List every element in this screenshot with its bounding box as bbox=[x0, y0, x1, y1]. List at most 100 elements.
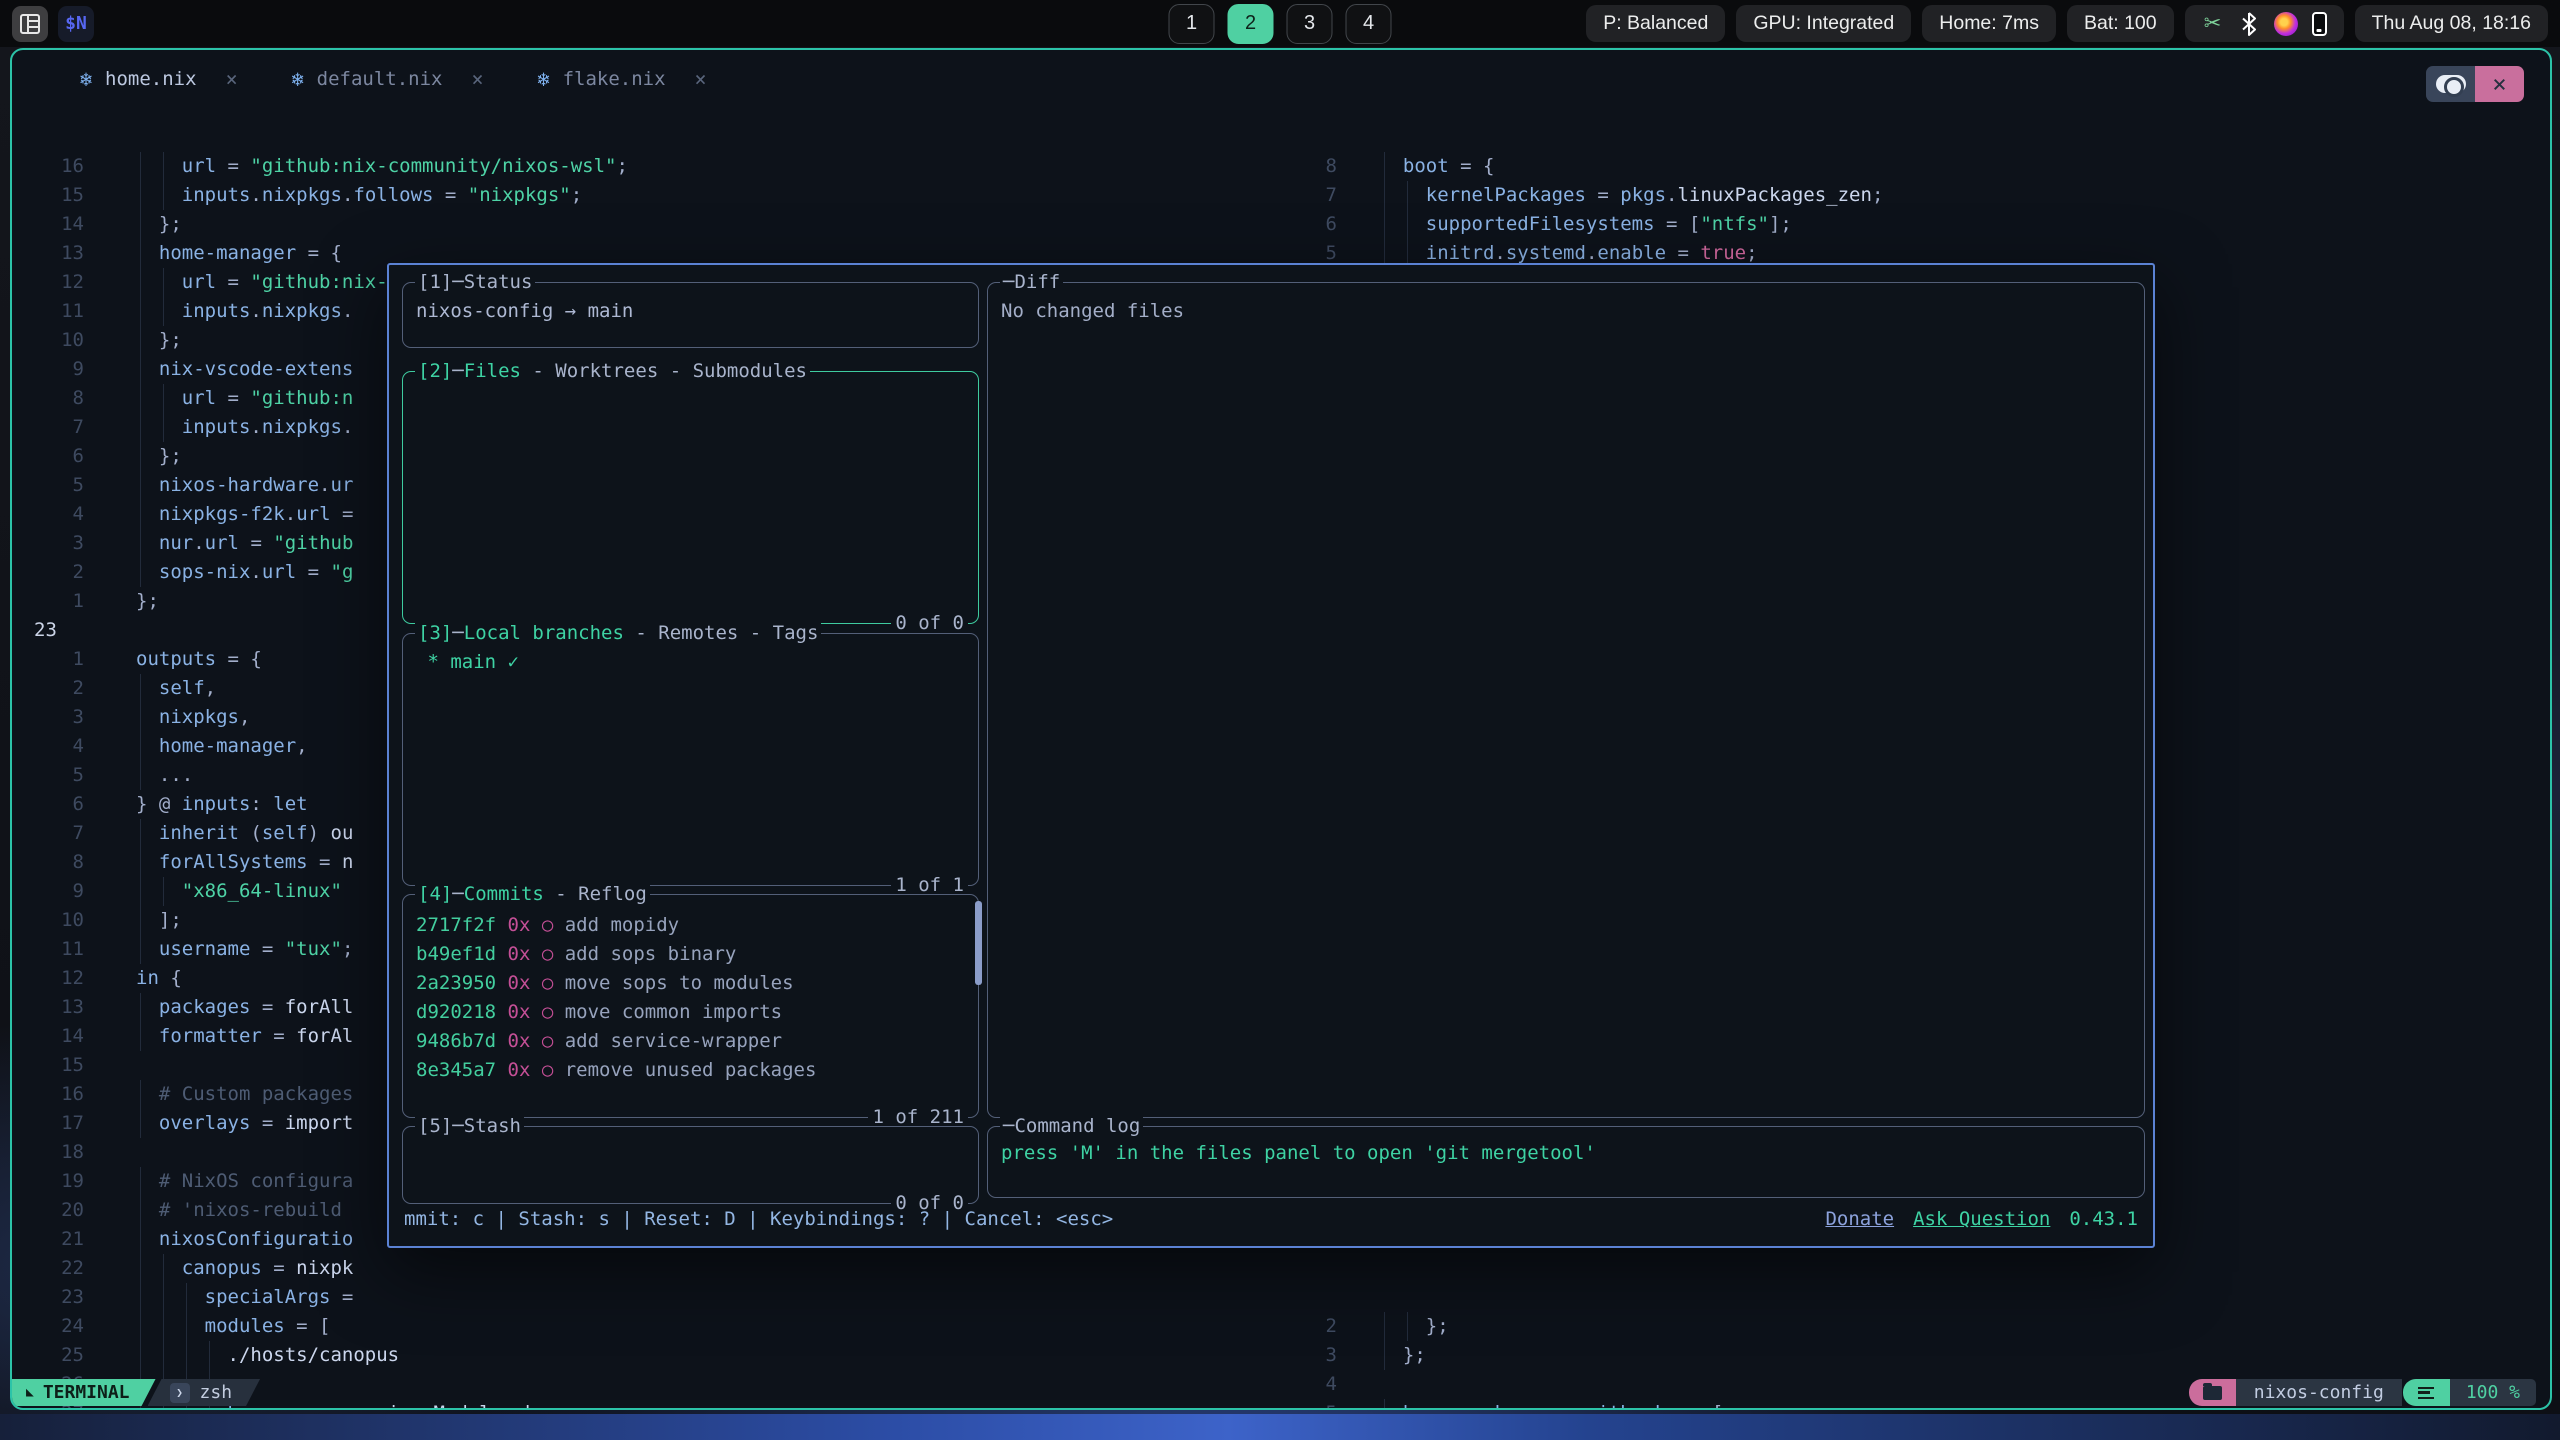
code-tokens: formatter = forAl bbox=[136, 1025, 353, 1047]
line-number: 11 bbox=[14, 935, 100, 964]
toggle-button[interactable] bbox=[2426, 66, 2475, 102]
commit-row[interactable]: b49ef1d 0x ○ add sops binary bbox=[416, 940, 965, 969]
mode-icon: ◣ bbox=[26, 1385, 34, 1400]
indent-guide bbox=[140, 471, 141, 500]
line-number: 16 bbox=[14, 152, 100, 181]
lazygit-stash-panel[interactable]: [5]─Stash 0 of 0 bbox=[402, 1126, 979, 1204]
indent-guide bbox=[140, 239, 141, 268]
commit-row[interactable]: 2a23950 0x ○ move sops to modules bbox=[416, 969, 965, 998]
code-tokens: inputs.nixpkgs.follows = "nixpkgs"; bbox=[136, 184, 582, 206]
nix-dollar-logo[interactable]: $N bbox=[58, 6, 94, 42]
indent-guide bbox=[140, 674, 141, 703]
line-number: 10 bbox=[14, 326, 100, 355]
tab-flake.nix[interactable]: ❄flake.nix× bbox=[514, 59, 731, 99]
code-tokens: }; bbox=[136, 590, 159, 612]
power-profile-pill[interactable]: P: Balanced bbox=[1586, 5, 1725, 42]
flame-icon[interactable] bbox=[2274, 12, 2298, 36]
code-tokens: home-manager, bbox=[136, 735, 308, 757]
code-line: 3 }; bbox=[1302, 1341, 2550, 1370]
indent-guide bbox=[1384, 152, 1385, 181]
tab-default.nix[interactable]: ❄default.nix× bbox=[268, 59, 508, 99]
indent-guide bbox=[140, 152, 141, 181]
status-panel-title: [1]─Status bbox=[415, 269, 535, 296]
lazygit-diff-panel[interactable]: ─Diff No changed files bbox=[987, 282, 2145, 1118]
command-log-content: press 'M' in the files panel to open 'gi… bbox=[988, 1127, 2144, 1168]
line-number: 7 bbox=[1302, 181, 1350, 210]
workspace-button-3[interactable]: 3 bbox=[1287, 4, 1333, 44]
phone-icon[interactable] bbox=[2312, 12, 2327, 36]
code-text: url = "github:nix-community/nixos-wsl"; bbox=[136, 152, 1302, 181]
zoom-list-segment[interactable] bbox=[2403, 1379, 2450, 1406]
lazygit-files-panel[interactable]: [2]─Files - Worktrees - Submodules 0 of … bbox=[402, 371, 979, 624]
commit-row[interactable]: d920218 0x ○ move common imports bbox=[416, 998, 965, 1027]
code-tokens: }; bbox=[136, 329, 182, 351]
line-number: 15 bbox=[14, 181, 100, 210]
mode-label: TERMINAL bbox=[43, 1382, 130, 1403]
workspace-button-2[interactable]: 2 bbox=[1228, 4, 1274, 44]
bluetooth-icon[interactable] bbox=[2238, 12, 2260, 36]
line-number: 18 bbox=[14, 1138, 100, 1167]
project-folder-segment[interactable] bbox=[2189, 1379, 2236, 1406]
zoom-level[interactable]: 100 % bbox=[2450, 1379, 2536, 1406]
commits-scrollbar[interactable] bbox=[975, 901, 982, 985]
ping-pill[interactable]: Home: 7ms bbox=[1922, 5, 2056, 42]
app-launcher-icon[interactable] bbox=[12, 6, 48, 42]
workspace-switcher: 1234 bbox=[1169, 4, 1392, 44]
indent-guide bbox=[140, 210, 141, 239]
indent-guide bbox=[163, 268, 164, 297]
code-tokens: in { bbox=[136, 967, 182, 989]
code-tokens: nixos-hardware.ur bbox=[136, 474, 353, 496]
line-number: 8 bbox=[14, 848, 100, 877]
editor-tabbar: ❄home.nix×❄default.nix×❄flake.nix× bbox=[12, 50, 2550, 108]
indent-guide bbox=[163, 1254, 164, 1283]
workspace-button-4[interactable]: 4 bbox=[1346, 4, 1392, 44]
line-number: 4 bbox=[14, 732, 100, 761]
project-name[interactable]: nixos-config bbox=[2236, 1379, 2402, 1406]
top-status-bar: $N 1234 P: Balanced GPU: Integrated Home: … bbox=[0, 0, 2560, 47]
code-tokens: boot = { bbox=[1380, 155, 1494, 177]
ask-question-link[interactable]: Ask Question bbox=[1913, 1208, 2050, 1230]
commit-row[interactable]: 8e345a7 0x ○ remove unused packages bbox=[416, 1056, 965, 1085]
code-text: supportedFilesystems = ["ntfs"]; bbox=[1380, 210, 2550, 239]
tab-home.nix[interactable]: ❄home.nix× bbox=[56, 59, 262, 99]
indent-guide bbox=[140, 1196, 141, 1225]
branches-panel-title: [3]─Local branches - Remotes - Tags bbox=[415, 620, 821, 647]
indent-guide bbox=[140, 181, 141, 210]
code-text: specialArgs = bbox=[136, 1283, 1302, 1312]
close-tab-icon[interactable]: × bbox=[226, 67, 238, 91]
line-number: 13 bbox=[14, 993, 100, 1022]
code-tokens: url = "github:n bbox=[136, 387, 353, 409]
gpu-pill[interactable]: GPU: Integrated bbox=[1736, 5, 1911, 42]
line-number: 1 bbox=[14, 587, 100, 616]
donate-link[interactable]: Donate bbox=[1825, 1208, 1894, 1230]
scissors-icon[interactable]: ✂ bbox=[2202, 12, 2224, 36]
list-icon bbox=[2418, 1387, 2434, 1399]
shell-prompt-icon: ❯ bbox=[170, 1383, 190, 1403]
code-tokens: }; bbox=[1380, 1344, 1426, 1366]
line-number: 13 bbox=[14, 239, 100, 268]
lazygit-branches-panel[interactable]: [3]─Local branches - Remotes - Tags * ma… bbox=[402, 633, 979, 886]
nix-snowflake-icon: ❄ bbox=[80, 67, 92, 91]
commit-list: 2717f2f 0x ○ add mopidyb49ef1d 0x ○ add … bbox=[403, 895, 978, 1085]
line-number: 5 bbox=[14, 471, 100, 500]
close-tab-icon[interactable]: × bbox=[472, 67, 484, 91]
close-tab-icon[interactable]: × bbox=[695, 67, 707, 91]
lazygit-commits-panel[interactable]: [4]─Commits - Reflog 2717f2f 0x ○ add mo… bbox=[402, 894, 979, 1118]
line-number: 12 bbox=[14, 268, 100, 297]
code-tokens: nix-vscode-extens bbox=[136, 358, 353, 380]
line-number: 23 bbox=[14, 616, 100, 645]
commit-row[interactable]: 9486b7d 0x ○ add service-wrapper bbox=[416, 1027, 965, 1056]
workspace-button-1[interactable]: 1 bbox=[1169, 4, 1215, 44]
lazygit-command-log-panel[interactable]: ─Command log press 'M' in the files pane… bbox=[987, 1126, 2145, 1198]
indent-guide bbox=[140, 558, 141, 587]
clock-pill[interactable]: Thu Aug 08, 18:16 bbox=[2355, 5, 2548, 42]
lazygit-status-panel[interactable]: [1]─Status nixos-config → main bbox=[402, 282, 979, 348]
close-window-button[interactable]: × bbox=[2475, 66, 2524, 102]
commit-row[interactable]: 2717f2f 0x ○ add mopidy bbox=[416, 911, 965, 940]
line-number: 14 bbox=[14, 1022, 100, 1051]
battery-pill[interactable]: Bat: 100 bbox=[2067, 5, 2174, 42]
code-line: 8 boot = { bbox=[1302, 152, 2550, 181]
line-number: 16 bbox=[14, 1080, 100, 1109]
shell-segment[interactable]: ❯ zsh bbox=[148, 1379, 261, 1406]
code-text: inputs.nixpkgs.follows = "nixpkgs"; bbox=[136, 181, 1302, 210]
